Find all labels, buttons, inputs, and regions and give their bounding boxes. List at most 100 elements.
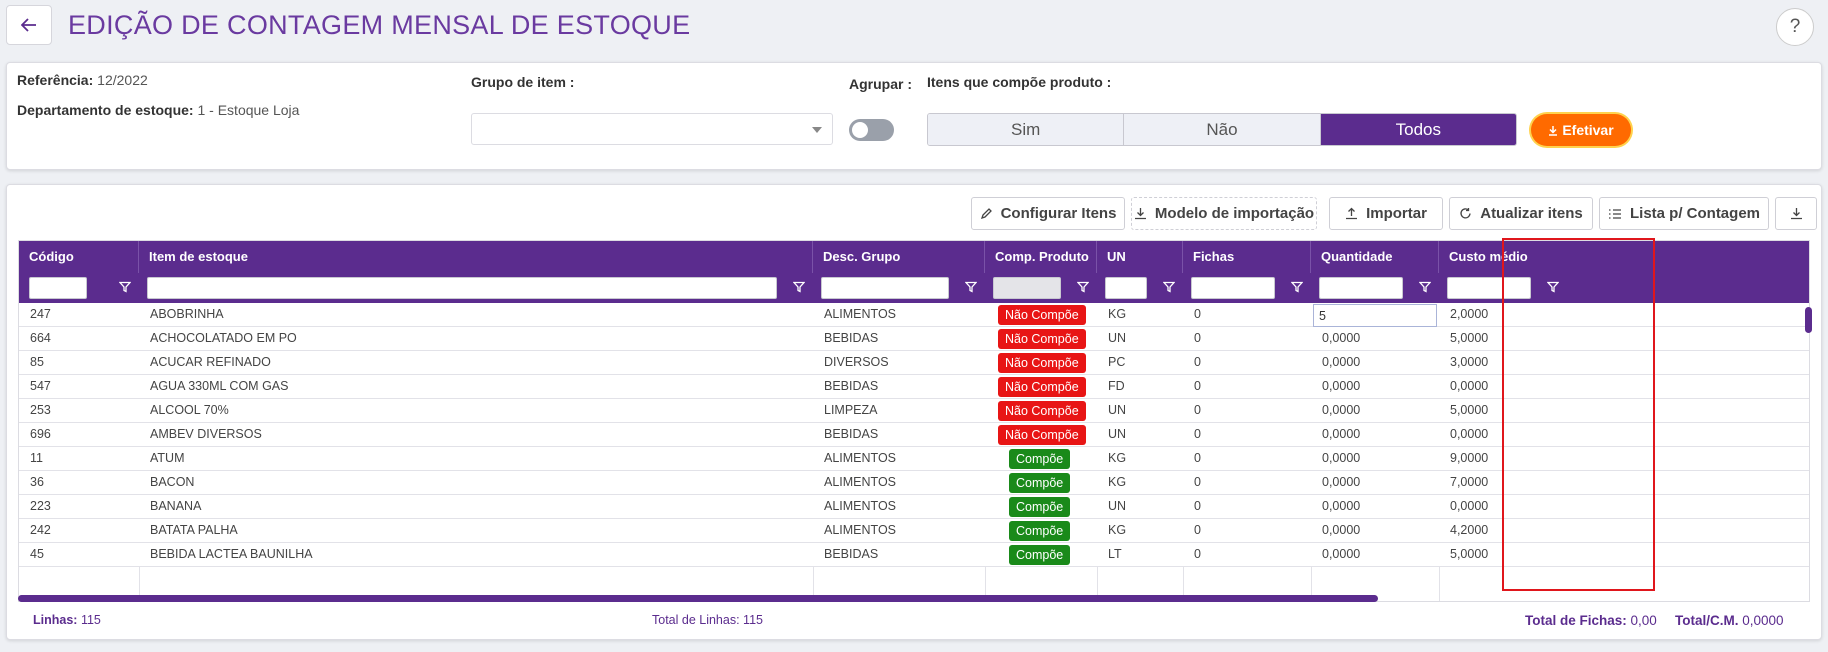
segment-nao[interactable]: Não	[1124, 114, 1321, 145]
cell-quantidade[interactable]: 0,0000	[1311, 375, 1439, 399]
departamento-value: 1 - Estoque Loja	[197, 102, 300, 118]
segment-sim[interactable]: Sim	[928, 114, 1125, 145]
atualizar-itens-button[interactable]: Atualizar itens	[1449, 197, 1593, 230]
cell-un: KG	[1108, 475, 1127, 489]
table-row[interactable]: 85 ACUCAR REFINADO DIVERSOS Não Compõe PC 0 0,…	[19, 351, 1809, 375]
filter-input-custo[interactable]	[1447, 277, 1531, 299]
col-header-fichas[interactable]: Fichas	[1183, 241, 1311, 273]
cell-fichas: 0	[1194, 499, 1201, 513]
col-header-un[interactable]: UN	[1097, 241, 1183, 273]
cell-custo: 9,0000	[1450, 451, 1489, 465]
filter-icon[interactable]	[1547, 281, 1559, 293]
itens-segmented-control: Sim Não Todos	[927, 113, 1517, 146]
table-row[interactable]: 253 ALCOOL 70% LIMPEZA Não Compõe UN 0 0,0000 5…	[19, 399, 1809, 423]
filter-input-comp[interactable]	[993, 277, 1061, 299]
cell-item: ABOBRINHA	[150, 307, 224, 321]
modelo-importacao-button[interactable]: Modelo de importação	[1131, 197, 1317, 230]
cell-item: AGUA 330ML COM GAS	[150, 379, 289, 393]
cell-custo: 5,0000	[1450, 403, 1489, 417]
toggle-knob	[852, 122, 868, 138]
segment-todos[interactable]: Todos	[1320, 114, 1516, 145]
grid-header: Código Item de estoque Desc. Grupo Comp.…	[19, 241, 1809, 273]
cell-grupo: ALIMENTOS	[824, 475, 897, 489]
col-header-item[interactable]: Item de estoque	[139, 241, 813, 273]
table-row[interactable]: 45 BEBIDA LACTEA BAUNILHA BEBIDAS Compõe LT 0…	[19, 543, 1809, 567]
table-row[interactable]: 547 AGUA 330ML COM GAS BEBIDAS Não Compõe FD…	[19, 375, 1809, 399]
comp-produto-badge: Compõe	[1009, 497, 1071, 517]
cell-item: ATUM	[150, 451, 185, 465]
filter-icon[interactable]	[1163, 281, 1175, 293]
cell-item: BEBIDA LACTEA BAUNILHA	[150, 547, 313, 561]
table-row[interactable]: 223 BANANA ALIMENTOS Compõe UN 0 0,0000 0,0000	[19, 495, 1809, 519]
filter-icon[interactable]	[1291, 281, 1303, 293]
col-header-comp[interactable]: Comp. Produto	[985, 241, 1097, 273]
cell-item: AMBEV DIVERSOS	[150, 427, 262, 441]
refresh-icon	[1460, 208, 1471, 219]
horizontal-scrollbar[interactable]	[18, 595, 1378, 602]
cell-quantidade[interactable]: 0,0000	[1311, 351, 1439, 375]
cell-custo: 0,0000	[1450, 499, 1489, 513]
filter-icon[interactable]	[1419, 281, 1431, 293]
help-button[interactable]: ?	[1776, 8, 1814, 46]
referencia-label: Referência:	[17, 72, 94, 88]
total-linhas: Total de Linhas: 115	[652, 613, 763, 627]
referencia-info: Referência: 12/2022	[17, 72, 148, 88]
table-row[interactable]: 696 AMBEV DIVERSOS BEBIDAS Não Compõe UN 0 0,0…	[19, 423, 1809, 447]
cell-fichas: 0	[1194, 523, 1201, 537]
table-row[interactable]: 242 BATATA PALHA ALIMENTOS Compõe KG 0 0,0000 4…	[19, 519, 1809, 543]
filter-input-codigo[interactable]	[29, 277, 87, 299]
filter-icon[interactable]	[119, 281, 131, 293]
cell-quantidade[interactable]: 0,0000	[1311, 495, 1439, 519]
cell-quantidade[interactable]: 0,0000	[1311, 471, 1439, 495]
total-linhas-label: Total de Linhas:	[652, 613, 740, 627]
departamento-label: Departamento de estoque:	[17, 102, 194, 118]
filter-icon[interactable]	[965, 281, 977, 293]
filter-input-item[interactable]	[147, 277, 777, 299]
vertical-scrollbar[interactable]	[1805, 307, 1812, 333]
export-button[interactable]	[1775, 197, 1817, 230]
table-row[interactable]: 664 ACHOCOLATADO EM PO BEBIDAS Não Compõe UN…	[19, 327, 1809, 351]
configurar-itens-button[interactable]: Configurar Itens	[971, 197, 1125, 230]
back-button[interactable]	[6, 5, 52, 45]
table-row[interactable]: 247 ABOBRINHA ALIMENTOS Não Compõe KG 0 5 2,000…	[19, 303, 1809, 327]
comp-produto-badge: Compõe	[1009, 521, 1071, 541]
cell-quantidade[interactable]: 0,0000	[1311, 543, 1439, 567]
col-header-custo[interactable]: Custo médio	[1439, 241, 1567, 273]
filter-input-quantidade[interactable]	[1319, 277, 1403, 299]
cell-codigo: 696	[30, 427, 51, 441]
grupo-select[interactable]	[471, 113, 833, 145]
cell-grupo: BEBIDAS	[824, 331, 879, 345]
itens-label: Itens que compõe produto :	[927, 74, 1112, 90]
cell-codigo: 45	[30, 547, 44, 561]
lista-contagem-button[interactable]: Lista p/ Contagem	[1599, 197, 1769, 230]
col-header-quantidade[interactable]: Quantidade	[1311, 241, 1439, 273]
filter-input-fichas[interactable]	[1191, 277, 1275, 299]
cell-quantidade[interactable]: 0,0000	[1311, 519, 1439, 543]
cell-custo: 5,0000	[1450, 331, 1489, 345]
chevron-down-icon	[812, 127, 822, 133]
quantidade-edit-input[interactable]: 5	[1313, 304, 1437, 327]
arrow-left-icon	[21, 18, 36, 32]
cell-custo: 5,0000	[1450, 547, 1489, 561]
agrupar-toggle[interactable]	[849, 119, 894, 141]
page-title: EDIÇÃO DE CONTAGEM MENSAL DE ESTOQUE	[68, 10, 691, 40]
filter-input-un[interactable]	[1105, 277, 1147, 299]
cell-quantidade[interactable]: 0,0000	[1311, 399, 1439, 423]
cell-item: BATATA PALHA	[150, 523, 238, 537]
filter-icon[interactable]	[793, 281, 805, 293]
col-header-grupo[interactable]: Desc. Grupo	[813, 241, 985, 273]
col-header-codigo[interactable]: Código	[19, 241, 139, 273]
table-row[interactable]: 36 BACON ALIMENTOS Compõe KG 0 0,0000 7,0000	[19, 471, 1809, 495]
cell-quantidade[interactable]: 0,0000	[1311, 447, 1439, 471]
help-icon: ?	[1789, 16, 1801, 37]
importar-button[interactable]: Importar	[1329, 197, 1443, 230]
cell-quantidade[interactable]: 0,0000	[1311, 423, 1439, 447]
table-row[interactable]: 11 ATUM ALIMENTOS Compõe KG 0 0,0000 9,0000	[19, 447, 1809, 471]
efetivar-button[interactable]: Efetivar	[1531, 114, 1631, 146]
cell-item: ACUCAR REFINADO	[150, 355, 271, 369]
filter-icon[interactable]	[1077, 281, 1089, 293]
cell-grupo: ALIMENTOS	[824, 523, 897, 537]
cell-quantidade[interactable]: 0,0000	[1311, 327, 1439, 351]
filter-input-grupo[interactable]	[821, 277, 949, 299]
atualizar-itens-label: Atualizar itens	[1480, 205, 1583, 222]
